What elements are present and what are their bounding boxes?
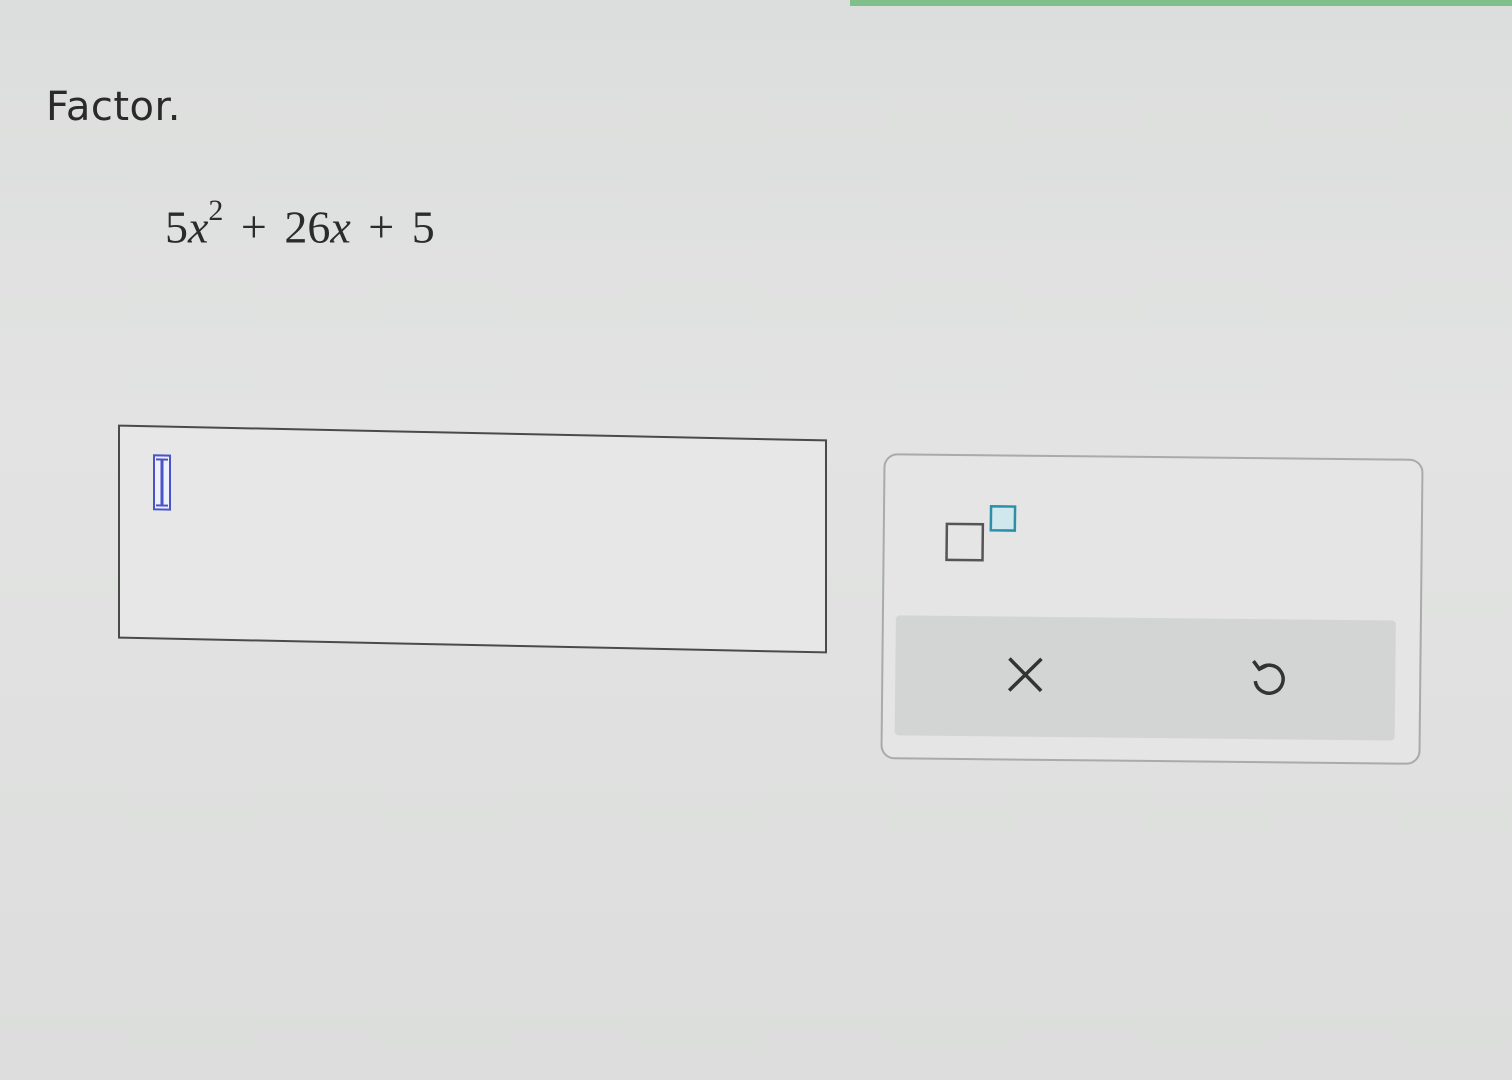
action-row [894, 615, 1396, 741]
term2-coefficient: 26 [284, 201, 331, 253]
term1-variable: x [188, 201, 209, 253]
term2-variable: x [330, 201, 351, 253]
answer-input[interactable] [118, 424, 827, 654]
math-expression: 5x2 + 26x + 5 [165, 194, 435, 253]
clear-button[interactable] [993, 644, 1058, 709]
instruction-text: Factor. [46, 84, 181, 130]
undo-button[interactable] [1235, 647, 1300, 712]
term3-constant: 5 [411, 201, 435, 253]
top-progress-bar [850, 0, 1512, 6]
term1-exponent: 2 [208, 194, 224, 227]
superscript-template-icon [940, 505, 1030, 575]
operator-plus-2: + [368, 201, 395, 253]
undo-icon [1245, 654, 1290, 703]
math-toolbar [880, 453, 1424, 765]
term1-coefficient: 5 [165, 201, 188, 253]
exponent-button[interactable] [940, 500, 1031, 571]
close-icon [1003, 652, 1048, 701]
input-cursor-icon [150, 451, 174, 514]
operator-plus-1: + [240, 201, 267, 253]
